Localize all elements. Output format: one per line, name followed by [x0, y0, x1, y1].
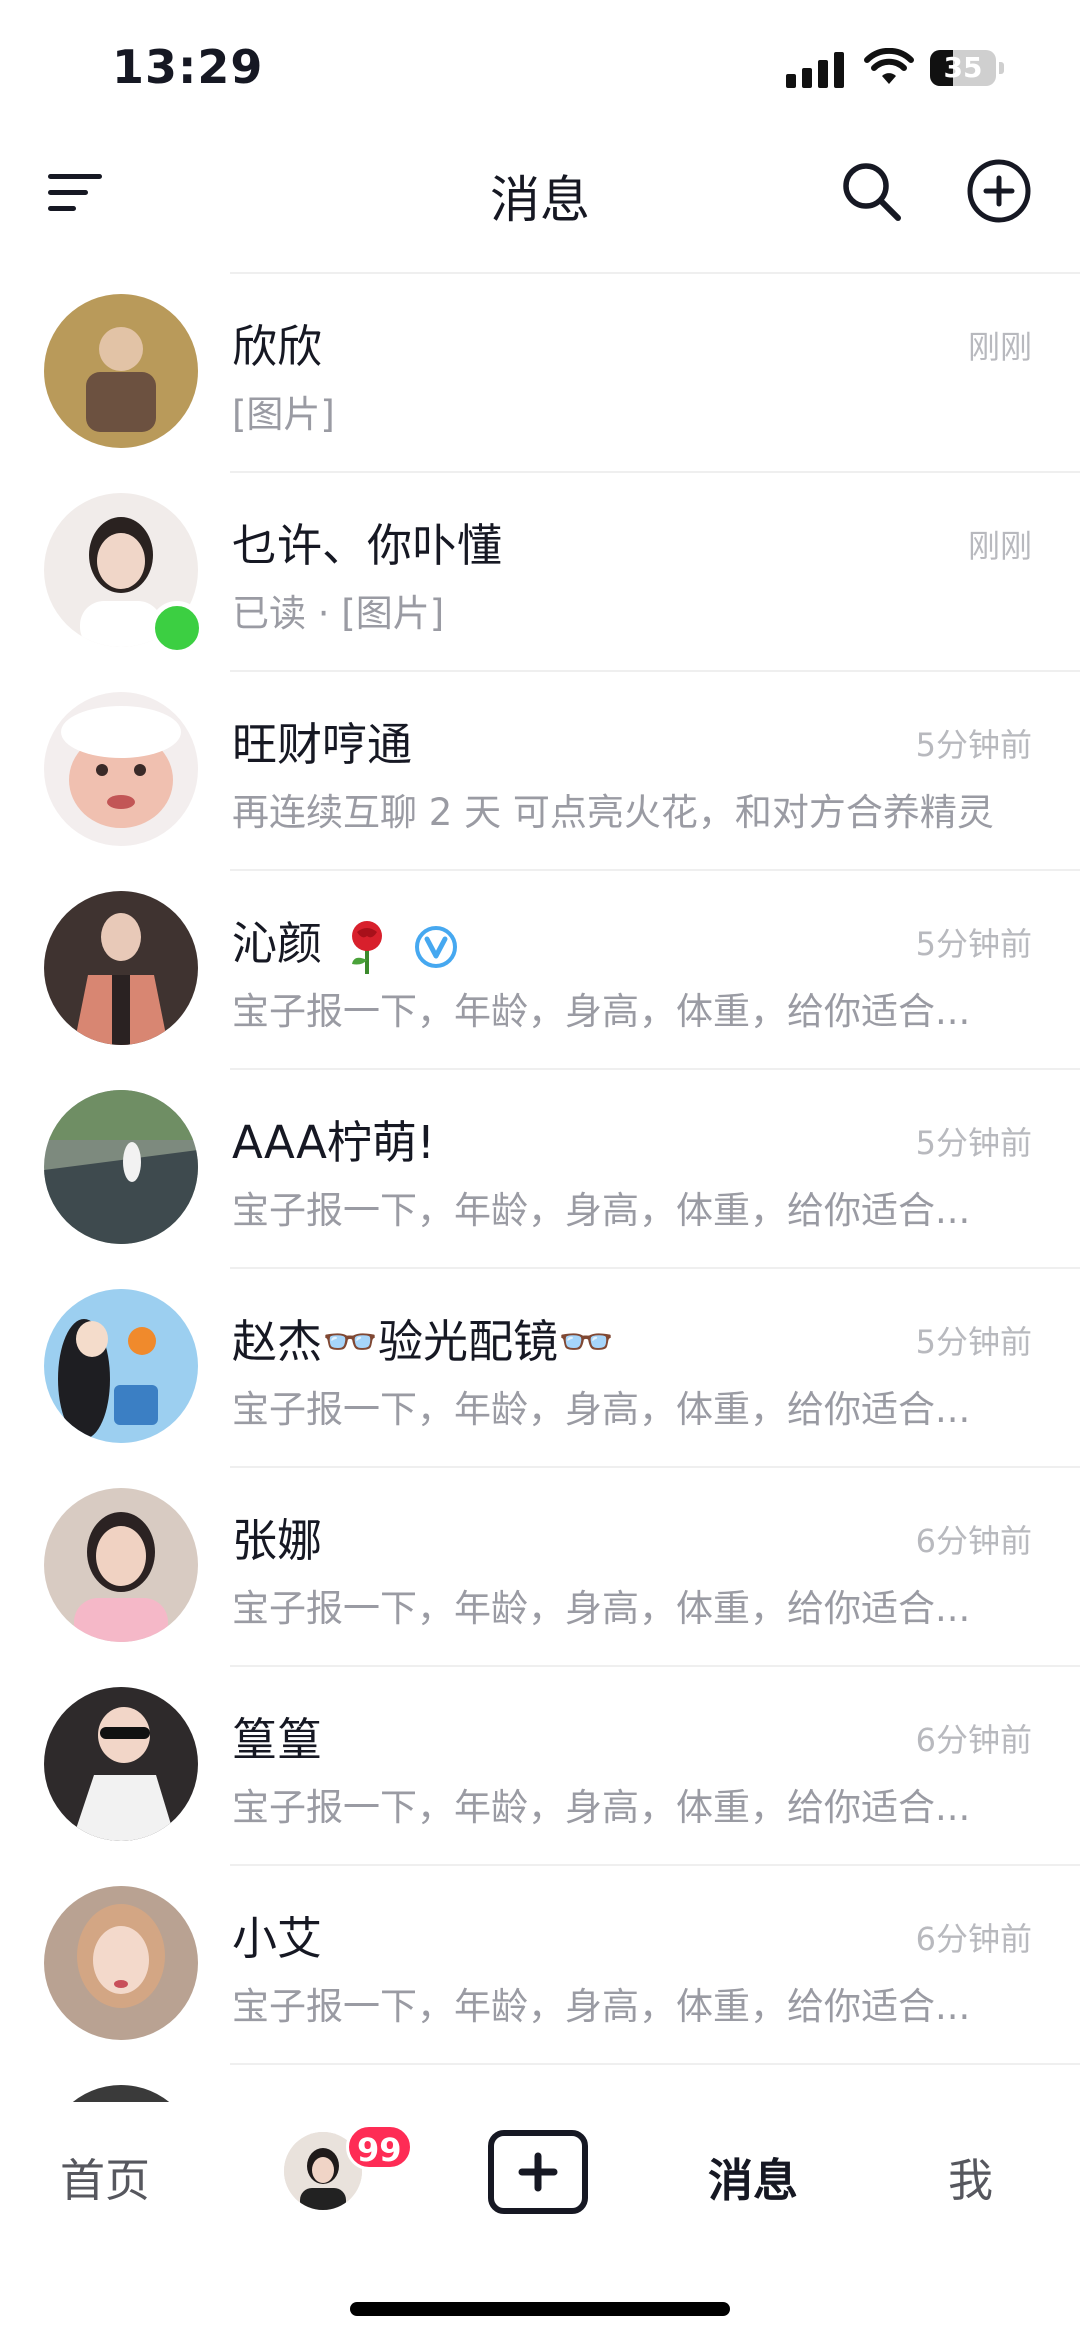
message-preview: 宝子报一下，年龄，身高，体重，给你适合...	[232, 1985, 971, 2028]
conversation-row[interactable]: 张娜 6分钟前 宝子报一下，年龄，身高，体重，给你适合...	[0, 1466, 1080, 1665]
message-preview: 宝子报一下，年龄，身高，体重，给你适合...	[232, 1189, 971, 1232]
contact-name: 旺财哼通	[232, 718, 413, 771]
divider	[230, 1466, 1080, 1468]
divider	[230, 1665, 1080, 1667]
wifi-icon	[864, 48, 914, 84]
message-preview: 宝子报一下，年龄，身高，体重，给你适合...	[232, 1388, 971, 1431]
avatar[interactable]	[44, 692, 198, 846]
message-time: 5分钟前	[915, 726, 1032, 764]
create-button[interactable]	[488, 2130, 588, 2214]
battery-level: 35	[943, 51, 983, 84]
notification-badge: 99	[346, 2124, 413, 2170]
conversation-list: 欣欣 刚刚 [图片] 乜许、你卟懂 刚刚 已读 · [图片] 旺财哼通 5分钟前…	[0, 272, 1080, 2123]
online-status-dot	[150, 601, 204, 655]
message-time: 刚刚	[967, 527, 1032, 565]
conversation-row[interactable]: 乜许、你卟懂 刚刚 已读 · [图片]	[0, 471, 1080, 670]
message-time: 6分钟前	[915, 1920, 1032, 1958]
message-preview: 宝子报一下，年龄，身高，体重，给你适合...	[232, 1786, 971, 1829]
message-preview: 宝子报一下，年龄，身高，体重，给你适合...	[232, 1587, 971, 1630]
contact-name: 张娜	[232, 1514, 323, 1567]
divider	[230, 272, 1080, 274]
contact-name: AAA柠萌!	[232, 1116, 435, 1169]
rose-icon	[352, 921, 383, 974]
add-circle-icon[interactable]	[966, 158, 1032, 224]
header: 消息	[0, 130, 1080, 270]
contact-name: 赵杰👓验光配镜👓	[232, 1315, 615, 1368]
message-time: 5分钟前	[915, 1323, 1032, 1361]
message-preview: 宝子报一下，年龄，身高，体重，给你适合...	[232, 990, 971, 1033]
nav-home[interactable]: 首页	[60, 2144, 150, 2209]
message-preview: [图片]	[232, 393, 335, 436]
nav-messages[interactable]: 消息	[708, 2144, 798, 2209]
conversation-row[interactable]: 欣欣 刚刚 [图片]	[0, 272, 1080, 471]
avatar[interactable]	[44, 294, 198, 448]
message-time: 刚刚	[967, 328, 1032, 366]
divider	[230, 670, 1080, 672]
home-indicator[interactable]	[350, 2302, 730, 2316]
contact-name: 沁颜	[232, 907, 459, 976]
message-time: 5分钟前	[915, 1124, 1032, 1162]
divider	[230, 869, 1080, 871]
divider	[230, 471, 1080, 473]
search-icon[interactable]	[838, 158, 904, 224]
avatar[interactable]	[44, 1488, 198, 1642]
message-time: 5分钟前	[915, 925, 1032, 963]
conversation-row[interactable]: 沁颜 5分钟前 宝子报一下，年龄，身高，体重，给你适合...	[0, 869, 1080, 1068]
page-title: 消息	[490, 171, 590, 229]
contact-name: 篁篁	[232, 1713, 323, 1766]
divider	[230, 2063, 1080, 2065]
message-time: 6分钟前	[915, 1522, 1032, 1560]
cellular-signal-icon	[786, 52, 846, 88]
verified-icon	[414, 926, 457, 968]
nav-me[interactable]: 我	[948, 2144, 993, 2209]
plus-icon	[518, 2152, 558, 2192]
divider	[230, 1068, 1080, 1070]
contact-name: 小艾	[232, 1912, 323, 1965]
contact-name: 乜许、你卟懂	[232, 519, 503, 572]
avatar[interactable]	[44, 891, 198, 1045]
conversation-row[interactable]: 旺财哼通 5分钟前 再连续互聊 2 天 可点亮火花，和对方合养精灵	[0, 670, 1080, 869]
bottom-nav: 首页 99 消息 我	[0, 2102, 1080, 2338]
conversation-row[interactable]: 赵杰👓验光配镜👓 5分钟前 宝子报一下，年龄，身高，体重，给你适合...	[0, 1267, 1080, 1466]
avatar[interactable]	[44, 1090, 198, 1244]
avatar[interactable]	[44, 1687, 198, 1841]
conversation-row[interactable]: 篁篁 6分钟前 宝子报一下，年龄，身高，体重，给你适合...	[0, 1665, 1080, 1864]
status-bar: 13:29 35	[0, 0, 1080, 130]
battery-icon: 35	[930, 50, 1006, 86]
conversation-row[interactable]: AAA柠萌! 5分钟前 宝子报一下，年龄，身高，体重，给你适合...	[0, 1068, 1080, 1267]
conversation-row[interactable]: 小艾 6分钟前 宝子报一下，年龄，身高，体重，给你适合...	[0, 1864, 1080, 2063]
divider	[230, 1267, 1080, 1269]
divider	[230, 1864, 1080, 1866]
avatar[interactable]	[44, 1289, 198, 1443]
message-preview: 已读 · [图片]	[232, 592, 445, 635]
contact-name: 欣欣	[232, 320, 323, 373]
message-preview: 再连续互聊 2 天 可点亮火花，和对方合养精灵	[232, 791, 994, 834]
status-time: 13:29	[112, 40, 264, 94]
message-time: 6分钟前	[915, 1721, 1032, 1759]
avatar[interactable]	[44, 1886, 198, 2040]
